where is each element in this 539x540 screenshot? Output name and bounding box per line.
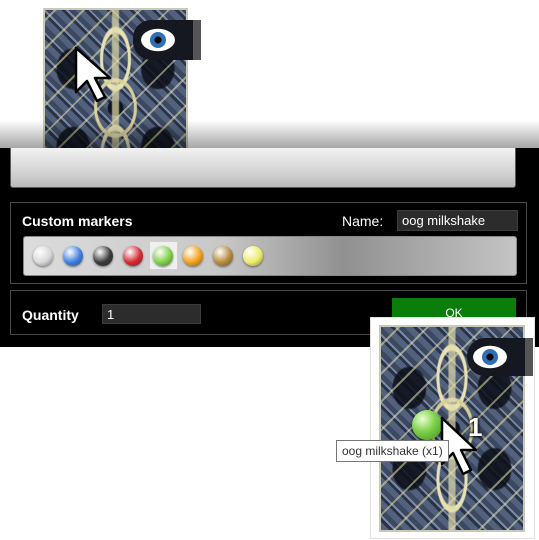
marker-tooltip: oog milkshake (x1) [336, 440, 449, 462]
brown-marker[interactable] [213, 246, 233, 266]
green-marker[interactable] [153, 246, 173, 266]
preview-panel [10, 148, 516, 188]
white-marker[interactable] [33, 246, 53, 266]
eye-icon [473, 343, 507, 371]
marker-name-input[interactable] [397, 210, 518, 231]
yellow-marker[interactable] [243, 246, 263, 266]
name-label: Name: [342, 213, 384, 229]
orange-marker[interactable] [183, 246, 203, 266]
red-marker[interactable] [123, 246, 143, 266]
cursor-icon [74, 46, 112, 103]
custom-markers-section: Custom markers Name: [10, 202, 527, 284]
blue-marker[interactable] [63, 246, 83, 266]
quantity-input[interactable] [102, 304, 201, 324]
black-marker[interactable] [93, 246, 113, 266]
eye-icon [141, 26, 175, 54]
quantity-label: Quantity [22, 307, 79, 323]
marker-palette [23, 236, 517, 276]
custom-markers-title: Custom markers [22, 213, 133, 229]
